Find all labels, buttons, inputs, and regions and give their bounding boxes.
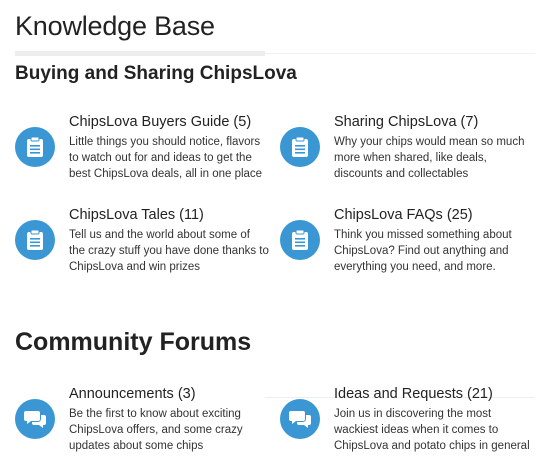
section-divider: [15, 51, 265, 56]
clipboard-icon: [280, 127, 320, 167]
clipboard-icon: [280, 220, 320, 260]
section-title-buying-sharing: Buying and Sharing ChipsLova: [15, 63, 297, 84]
chat-bubbles-icon: [15, 399, 55, 439]
article-link-buyers-guide[interactable]: ChipsLova Buyers Guide (5): [69, 114, 251, 130]
article-link-tales[interactable]: ChipsLova Tales (11): [69, 207, 204, 223]
community-forums-title: Community Forums: [15, 328, 252, 356]
forum-description: Join us in discovering the most wackiest…: [334, 408, 530, 452]
chat-bubbles-icon: [280, 399, 320, 439]
article-description: Think you missed something about ChipsLo…: [334, 229, 512, 273]
forum-link-announcements[interactable]: Announcements (3): [69, 386, 196, 402]
article-link-faqs[interactable]: ChipsLova FAQs (25): [334, 207, 473, 223]
article-description: Little things you should notice, flavors…: [69, 136, 263, 180]
clipboard-icon: [15, 220, 55, 260]
forum-description: Be the first to know about exciting Chip…: [69, 408, 243, 452]
forum-link-ideas-requests[interactable]: Ideas and Requests (21): [334, 386, 493, 402]
article-description: Why your chips would mean so much more w…: [334, 136, 525, 180]
clipboard-icon: [15, 127, 55, 167]
article-link-sharing[interactable]: Sharing ChipsLova (7): [334, 114, 478, 130]
knowledge-base-title: Knowledge Base: [15, 11, 215, 41]
section-divider-thin: [265, 53, 535, 54]
article-description: Tell us and the world about some of the …: [69, 229, 269, 273]
